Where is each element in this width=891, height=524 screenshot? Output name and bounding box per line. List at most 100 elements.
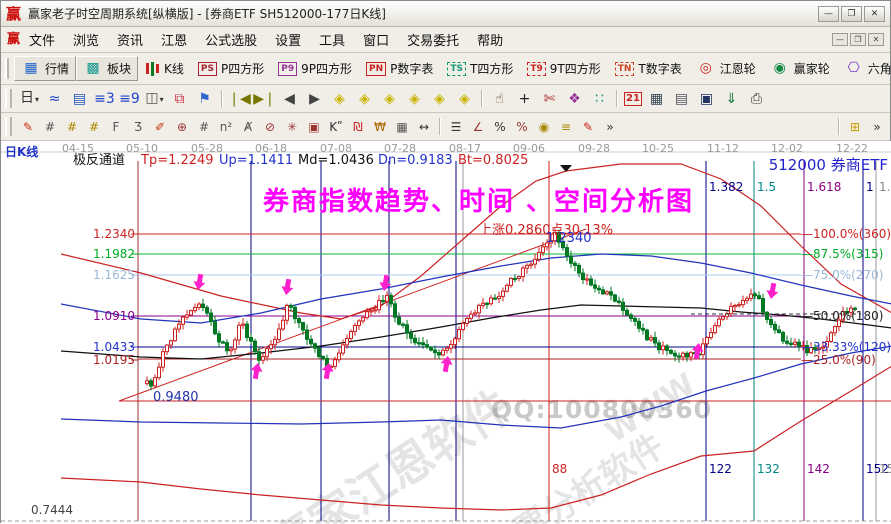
print-icon[interactable]: ⎙ [744,89,769,109]
pen-ruler-icon[interactable]: ✐ [149,118,171,136]
trend-scribble-icon[interactable]: ≈ [42,89,67,109]
menu-settings[interactable]: 设置 [266,27,310,52]
go-last-icon[interactable]: ▶❘ [252,89,277,109]
wave-3-icon[interactable]: ≡3 [92,89,117,109]
teal-tool-icon[interactable]: ∷ [587,89,612,109]
gold-lines-icon[interactable]: ≡ [555,118,577,136]
menu-help[interactable]: 帮助 [468,27,512,52]
menu-formula-stock-pick[interactable]: 公式选股 [196,27,266,52]
menu-file[interactable]: 文件 [20,27,64,52]
n-squared-icon[interactable]: n² [215,118,237,136]
brush-tool-icon[interactable]: ✎ [577,118,599,136]
mdi-restore-button[interactable]: ❐ [850,33,866,46]
calculator-icon[interactable]: ▦ [644,89,669,109]
gann-f-grid-icon[interactable]: F [105,118,127,136]
flag-chart-icon[interactable]: ⚑ [192,89,217,109]
go-prev-icon[interactable]: ◀ [277,89,302,109]
width-measure-icon[interactable]: ↔ [413,118,435,136]
menu-news[interactable]: 资讯 [108,27,152,52]
candle-body [354,325,357,331]
starburst-icon[interactable]: ✳ [281,118,303,136]
diamond-right-icon[interactable]: ◈ [352,89,377,109]
percent-tool-icon[interactable]: % [489,118,511,136]
9t-square-button[interactable]: T99T四方形 [520,57,607,80]
ying-grid-icon[interactable]: ₩ [369,118,391,136]
sectors-button[interactable]: ▩板块 [76,56,138,81]
candle-body [234,340,237,349]
t-number-table-button[interactable]: TNT数字表 [608,57,689,80]
save-icon[interactable]: ▣ [694,89,719,109]
mdi-minimize-button[interactable]: — [832,33,848,46]
square-target-icon[interactable]: ▣ [303,118,325,136]
export-icon[interactable]: ⇓ [719,89,744,109]
pattern-tool-icon[interactable]: ⧉ [167,89,192,109]
gann-grid-icon[interactable]: # [39,118,61,136]
price-list-tool-icon[interactable]: ☰ [445,118,467,136]
menu-window[interactable]: 窗口 [354,27,398,52]
p-square-button[interactable]: PSP四方形 [191,57,271,80]
diamond-left-icon[interactable]: ◈ [327,89,352,109]
p-square-icon: PS [198,62,217,76]
compass-circle-icon[interactable]: ⊕ [171,118,193,136]
a-lines-icon[interactable]: Ⱥ [237,118,259,136]
notepad-icon[interactable]: ▤ [669,89,694,109]
candle-body [150,381,153,386]
gann-wheel-button[interactable]: ◎江恩轮 [689,56,763,81]
candle-body [710,333,713,338]
gann-jin-grid-2-icon[interactable]: # [83,118,105,136]
kline-period-dropdown-icon[interactable]: 日▾ [17,88,42,110]
winner-wheel-label: 赢家轮 [794,60,830,77]
diamond-horizontal-icon[interactable]: ◈ [377,89,402,109]
9p-square-button[interactable]: P99P四方形 [271,57,359,80]
more-tools-2-icon[interactable]: » [866,118,888,136]
hexagon-button[interactable]: ⎔六角形 [837,56,891,81]
chart-area[interactable]: QQ:100800360 赢家江恩软件股票分析软件WWW 日K线 512000 … [1,141,891,524]
menu-tools[interactable]: 工具 [310,27,354,52]
candle-body [610,292,613,295]
close-button[interactable]: ✕ [864,6,885,22]
candle-style-dropdown-icon[interactable]: ◫▾ [142,88,167,110]
crosshair-icon[interactable]: + [512,89,537,109]
menu-gann[interactable]: 江恩 [152,27,196,52]
diamond-cross-icon[interactable]: ◈ [402,89,427,109]
p-number-table-button[interactable]: PNP数字表 [359,57,440,80]
candle-body [834,327,837,333]
wave-9-icon[interactable]: ≡9 [117,89,142,109]
menu-browse[interactable]: 浏览 [64,27,108,52]
yellow-grid-icon[interactable]: ⊞ [844,118,866,136]
shen-grid-icon[interactable]: ₪ [347,118,369,136]
winner-wheel-button[interactable]: ◉赢家轮 [763,56,837,81]
clipboard-icon[interactable]: ▤ [67,89,92,109]
candle-body [666,346,669,350]
grid-123-icon[interactable]: ▦ [391,118,413,136]
p-number-table-icon: PN [366,62,386,76]
t-square-button[interactable]: TST四方形 [440,57,520,80]
angle-percent-icon[interactable]: ∠ [467,118,489,136]
k-marks-icon[interactable]: Kʺ [325,118,347,136]
quotes-button[interactable]: ▦行情 [14,56,76,81]
calendar-icon[interactable]: 21 [624,92,642,106]
candle-body [706,338,709,344]
gann-jin-grid-1-icon[interactable]: # [61,118,83,136]
minimize-button[interactable]: — [818,6,839,22]
candle-body [470,314,473,318]
gold-circle-icon[interactable]: ◉ [533,118,555,136]
gong-tool-icon[interactable]: Ʒ [127,118,149,136]
circle-slash-icon[interactable]: ⊘ [259,118,281,136]
grid-plain-icon[interactable]: # [193,118,215,136]
mdi-close-button[interactable]: ✕ [868,33,884,46]
more-tools-1-icon[interactable]: » [599,118,621,136]
go-next-icon[interactable]: ▶ [302,89,327,109]
hand-pan-icon[interactable]: ☝ [487,89,512,109]
percent-line-icon[interactable]: % [511,118,533,136]
chart-canvas[interactable] [1,141,891,524]
diamond-vertical-icon[interactable]: ◈ [427,89,452,109]
annotate-scissors-icon[interactable]: ✄ [537,89,562,109]
maximize-button[interactable]: ❐ [841,6,862,22]
diamond-all-icon[interactable]: ◈ [452,89,477,109]
kline-button[interactable]: K线 [138,57,191,80]
menu-trade-entrust[interactable]: 交易委托 [398,27,468,52]
go-first-icon[interactable]: ❘◀ [227,89,252,109]
purple-tool-icon[interactable]: ❖ [562,89,587,109]
pen-tool-icon[interactable]: ✎ [17,118,39,136]
